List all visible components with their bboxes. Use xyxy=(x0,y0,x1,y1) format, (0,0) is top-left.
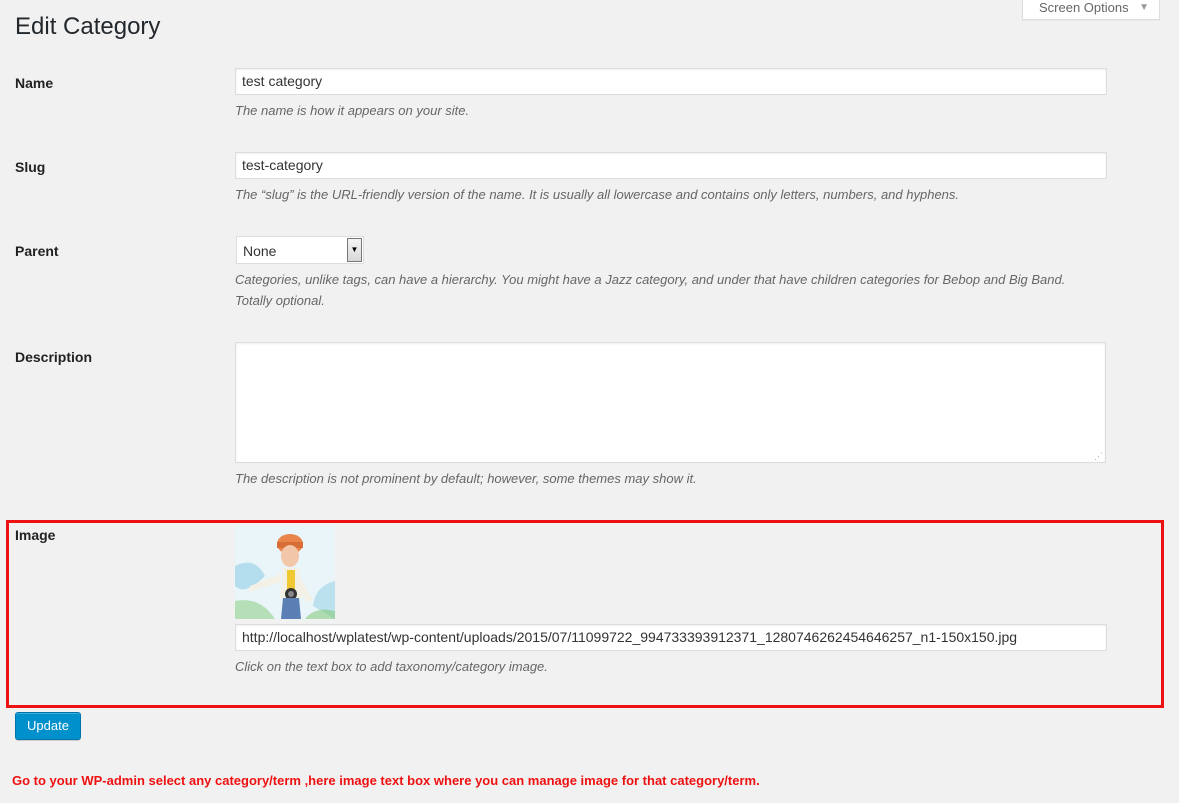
description-label: Description xyxy=(15,349,93,365)
category-image-thumbnail xyxy=(235,526,335,619)
chevron-down-icon: ▼ xyxy=(1139,2,1149,13)
name-description: The name is how it appears on your site. xyxy=(235,103,470,118)
screen-options-label: Screen Options xyxy=(1039,0,1129,15)
page-title: Edit Category xyxy=(15,13,161,40)
name-label: Name xyxy=(15,75,54,91)
description-help: The description is not prominent by defa… xyxy=(235,471,697,486)
parent-description: Categories, unlike tags, can have a hier… xyxy=(235,272,1066,287)
parent-select[interactable]: None ▼ xyxy=(236,236,364,264)
description-textarea[interactable]: ⋰ xyxy=(235,342,1106,463)
slug-description: The “slug” is the URL-friendly version o… xyxy=(235,187,960,202)
parent-label: Parent xyxy=(15,243,59,259)
parent-select-value: None xyxy=(243,243,277,259)
instruction-note: Go to your WP-admin select any category/… xyxy=(12,773,760,788)
resize-grip-icon[interactable]: ⋰ xyxy=(1094,452,1103,461)
slug-label: Slug xyxy=(15,159,46,175)
update-button[interactable]: Update xyxy=(15,712,81,740)
image-help: Click on the text box to add taxonomy/ca… xyxy=(235,659,548,674)
image-url-input[interactable]: http://localhost/wplatest/wp-content/upl… xyxy=(235,624,1107,651)
photo-illustration-icon xyxy=(235,526,335,619)
name-input[interactable]: test category xyxy=(235,68,1107,95)
slug-input[interactable]: test-category xyxy=(235,152,1107,179)
screen-options-button[interactable]: Screen Options ▼ xyxy=(1022,0,1160,20)
dropdown-arrow-icon[interactable]: ▼ xyxy=(347,238,362,262)
image-label: Image xyxy=(15,527,56,543)
parent-description-optional: Totally optional. xyxy=(235,293,325,308)
image-highlight-box xyxy=(6,520,1164,708)
